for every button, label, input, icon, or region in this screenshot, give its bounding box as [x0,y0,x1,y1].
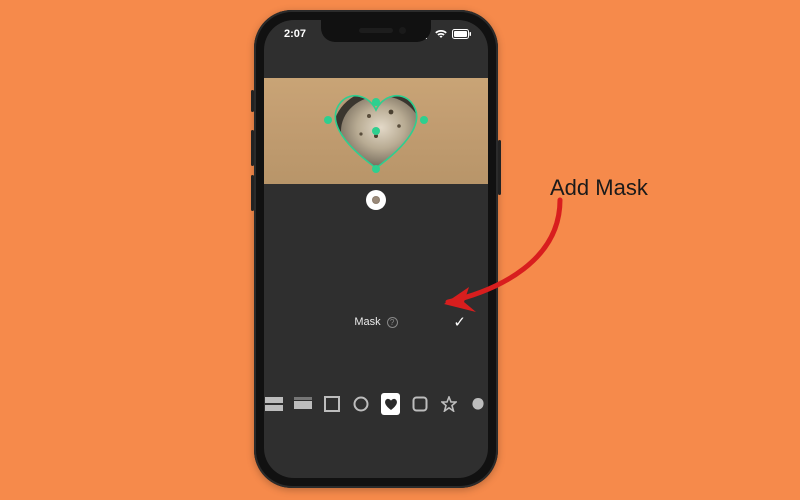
mask-handle-top[interactable] [372,98,380,106]
mute-switch [251,90,254,112]
confirm-button[interactable]: ✓ [453,313,466,331]
wifi-icon [434,29,448,39]
mask-handle-right[interactable] [420,116,428,124]
phone-screen: 2:07 [264,20,488,478]
panel-title: Mask [354,316,380,328]
mask-handle-center[interactable] [372,127,380,135]
timeline-playhead[interactable] [366,190,386,210]
shape-option-star[interactable] [440,393,459,415]
notch [321,20,431,42]
mask-shape-strip [264,388,488,420]
mask-handle-left[interactable] [324,116,332,124]
shape-option-split-horizontal[interactable] [264,393,283,415]
power-button [498,140,501,195]
phone-frame: 2:07 [254,10,498,488]
battery-icon [452,29,472,39]
annotation-label: Add Mask [550,175,648,201]
heart-mask-shape[interactable] [321,86,431,176]
help-icon[interactable]: ? [387,317,398,328]
shape-option-rounded-square[interactable] [410,393,429,415]
shape-option-circle[interactable] [352,393,371,415]
mask-handle-bottom[interactable] [372,165,380,173]
shape-option-mirror[interactable] [293,393,312,415]
shape-option-heart[interactable] [381,393,400,415]
shape-option-blob[interactable] [469,393,488,415]
volume-up-button [251,130,254,166]
status-time: 2:07 [280,28,306,40]
shape-option-rectangle[interactable] [323,393,342,415]
edit-canvas[interactable] [264,78,488,184]
volume-down-button [251,175,254,211]
